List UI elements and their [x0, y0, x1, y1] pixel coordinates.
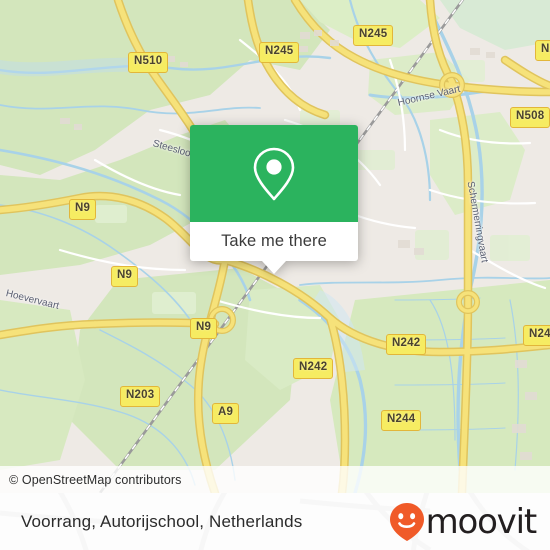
road-shield: N508	[510, 107, 550, 128]
location-popup-card[interactable]: Take me there	[190, 125, 358, 274]
road-shield: N510	[128, 52, 169, 73]
moovit-logo[interactable]: moovit	[389, 502, 550, 542]
attribution-text[interactable]: © OpenStreetMap contributors	[0, 473, 182, 487]
road-shield: N243	[523, 325, 550, 346]
take-me-there-label: Take me there	[221, 232, 327, 250]
road-shield: N245	[259, 42, 300, 63]
road-shield: N242	[386, 334, 427, 355]
popup-header	[190, 125, 358, 222]
popup-footer[interactable]: Take me there	[190, 222, 358, 274]
map-attribution-bar: © OpenStreetMap contributors	[0, 466, 550, 493]
moovit-smiley-pin-icon	[389, 502, 424, 541]
moovit-map-screenshot: N510 N245 N245 N2 N508 N9 N9 N9 N242 N24…	[0, 0, 550, 550]
road-shield: N203	[120, 386, 161, 407]
road-shield: N244	[381, 410, 422, 431]
road-shield: N2	[535, 40, 550, 61]
road-shield: N9	[69, 199, 97, 220]
road-shield: N245	[353, 25, 394, 46]
road-shield: A9	[212, 403, 240, 424]
map-viewport[interactable]: N510 N245 N245 N2 N508 N9 N9 N9 N242 N24…	[0, 0, 550, 493]
footer-bar: Voorrang, Autorijschool, Netherlands moo…	[0, 493, 550, 550]
road-shield: N242	[293, 358, 334, 379]
page-title: Voorrang, Autorijschool, Netherlands	[21, 511, 303, 531]
map-pin-icon	[253, 147, 295, 200]
popup-pointer-arrow	[262, 261, 286, 274]
road-shield: N9	[111, 266, 139, 287]
road-shield: N9	[190, 318, 218, 339]
moovit-wordmark: moovit	[425, 501, 538, 542]
